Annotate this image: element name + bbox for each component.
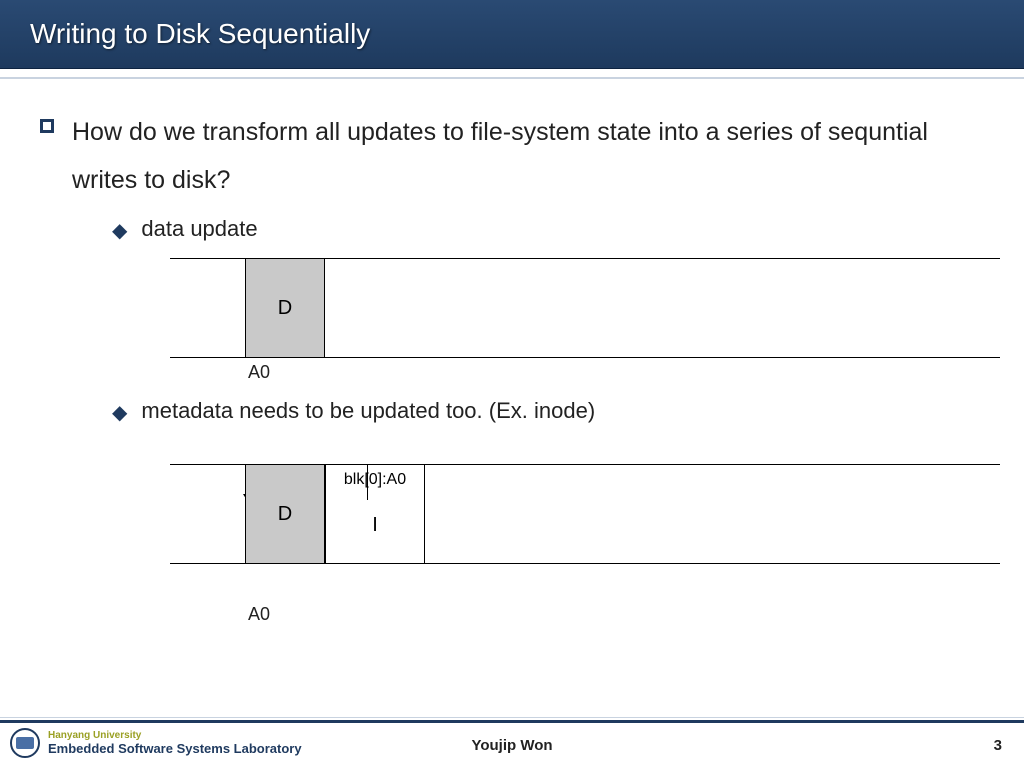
square-bullet-icon [40,119,54,133]
diagram-data-update: D A0 [170,258,984,358]
diamond-bullet-icon: ◆ [112,398,127,428]
slide-footer: Hanyang University Embedded Software Sys… [0,720,1024,768]
sub-bullet-1-text: data update [141,216,257,242]
main-bullet-text: How do we transform all updates to file-… [72,109,984,204]
block-i: blk[0]:A0 I [325,465,425,563]
block-d-2: D [245,465,325,563]
diagram-metadata-update: D blk[0]:A0 I A0 [170,464,984,564]
blk-pointer-label: blk[0]:A0 [326,471,424,489]
addr-label-a0-2: A0 [248,604,270,625]
author-name: Youjip Won [0,737,1024,754]
disk-strip-2: D blk[0]:A0 I [170,464,1000,564]
page-number: 3 [994,737,1002,754]
slide-title-bar: Writing to Disk Sequentially [0,0,1024,69]
slide-title: Writing to Disk Sequentially [30,18,370,49]
diamond-bullet-icon: ◆ [112,216,127,246]
sub-bullet-1: ◆ data update [112,216,984,246]
footer-divider [0,717,1024,718]
addr-label-a0-1: A0 [248,362,270,383]
slide-content: How do we transform all updates to file-… [0,79,1024,564]
sub-bullet-2-text: metadata needs to be updated too. (Ex. i… [141,398,595,424]
sub-bullet-2: ◆ metadata needs to be updated too. (Ex.… [112,398,984,428]
main-bullet: How do we transform all updates to file-… [40,109,984,204]
block-d-1: D [245,259,325,357]
disk-strip-1: D [170,258,1000,358]
inode-label: I [326,514,424,537]
